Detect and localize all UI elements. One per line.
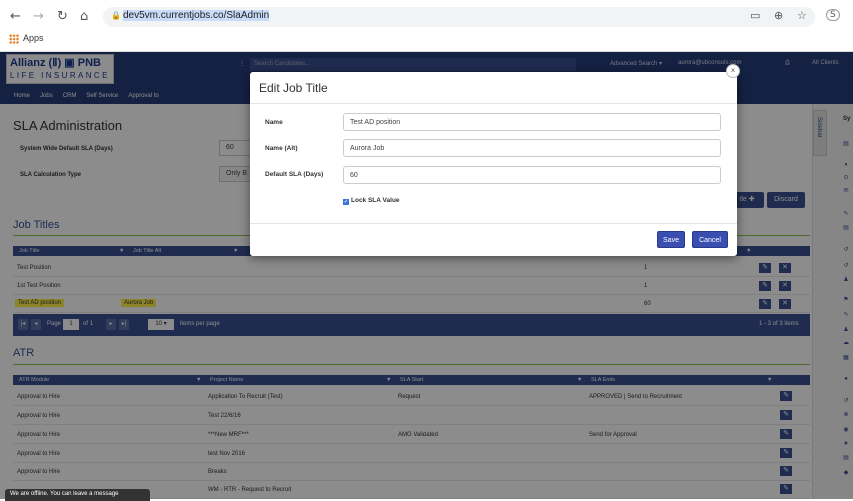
browser-chrome: ← → ↻ ⌂ 🔒 dev5vm.currentjobs.co/SlaAdmin… <box>0 0 853 52</box>
profile-icon[interactable]: S <box>826 9 840 21</box>
home-icon[interactable]: ⌂ <box>80 9 88 24</box>
reload-icon[interactable]: ↻ <box>57 9 68 24</box>
default-sla-days-input[interactable]: 60 <box>343 166 721 184</box>
chat-offline-banner[interactable]: We are offline. You can leave a message <box>5 489 150 501</box>
modal-close-icon[interactable]: × <box>726 64 740 78</box>
checkbox-checked-icon[interactable]: ✓ <box>343 199 349 205</box>
name-label: Name <box>265 119 283 126</box>
name-input[interactable]: Test AD position <box>343 113 721 131</box>
cancel-button[interactable]: Cancel <box>692 231 728 248</box>
name-alt-input[interactable]: Aurora Job <box>343 139 721 157</box>
zoom-icon[interactable]: ⊕ <box>774 9 783 22</box>
lock-sla-checkbox[interactable]: ✓ Lock SLA Value <box>343 197 400 205</box>
apps-label: Apps <box>23 33 44 43</box>
lock-sla-label: Lock SLA Value <box>351 197 400 204</box>
forward-icon[interactable]: → <box>33 9 44 24</box>
apps-bookmark[interactable]: Apps <box>9 33 44 44</box>
url-text[interactable]: dev5vm.currentjobs.co/SlaAdmin <box>123 10 270 21</box>
star-icon[interactable]: ☆ <box>797 9 807 22</box>
lock-icon: 🔒 <box>111 11 121 20</box>
back-icon[interactable]: ← <box>10 9 21 24</box>
edit-job-title-modal: Edit Job Title Name Test AD position Nam… <box>250 72 737 256</box>
address-bar[interactable]: 🔒 dev5vm.currentjobs.co/SlaAdmin <box>103 7 815 27</box>
modal-divider <box>250 103 737 104</box>
save-button[interactable]: Save <box>657 231 685 248</box>
default-sla-days-label: Default SLA (Days) <box>265 171 324 178</box>
cast-icon[interactable]: ▭ <box>750 9 760 22</box>
modal-footer-divider <box>250 223 737 224</box>
modal-title: Edit Job Title <box>259 81 328 95</box>
apps-grid-icon <box>9 33 19 44</box>
name-alt-label: Name (Alt) <box>265 145 298 152</box>
